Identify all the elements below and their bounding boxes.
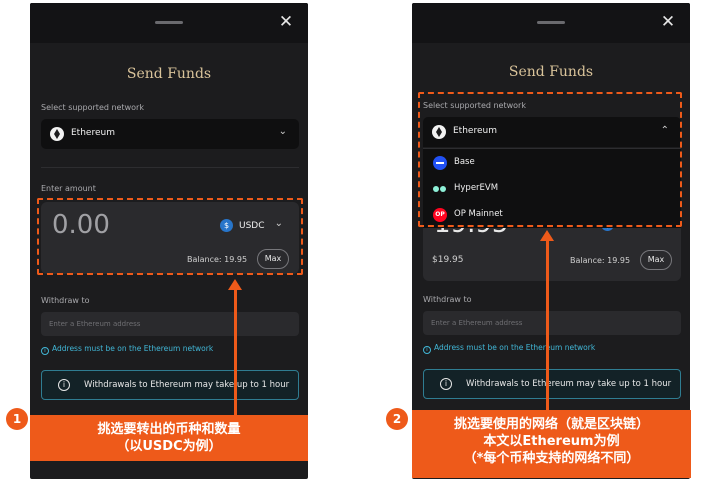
withdrawal-notice: i Withdrawals to Ethereum may take up to…: [41, 370, 299, 400]
selected-network: Ethereum: [71, 128, 115, 138]
usd-value: $19.95: [432, 255, 464, 265]
balance-text: Balance: 19.95: [570, 256, 631, 265]
info-icon: i: [423, 346, 431, 354]
highlight-amount-box: [37, 198, 303, 275]
step1-line2: （以USDC为例）: [116, 439, 222, 454]
address-hint: i Address must be on the Ethereum network: [423, 343, 595, 354]
withdrawal-notice-text: Withdrawals to Ethereum may take up to 1…: [84, 380, 290, 390]
arrow-shaft: [546, 240, 549, 410]
address-hint-text: Address must be on the Ethereum network: [434, 343, 596, 352]
step1-callout: 挑选要转出的币种和数量 （以USDC为例）: [30, 415, 308, 461]
network-label: Select supported network: [41, 103, 144, 112]
address-hint-text: Address must be on the Ethereum network: [52, 344, 214, 353]
withdraw-label: Withdraw to: [41, 296, 90, 305]
info-icon: i: [41, 347, 49, 355]
step2-line3: （*每个币种支持的网络不同）: [463, 451, 640, 466]
withdrawal-notice: i Withdrawals to Ethereum may take up to…: [423, 369, 681, 399]
arrow-shaft: [234, 289, 237, 419]
step2-line1: 挑选要使用的网络（就是区块链）: [453, 417, 649, 432]
ethereum-icon: [50, 127, 64, 141]
step-number-2: 2: [386, 408, 408, 430]
chevron-down-icon: ⌄: [278, 126, 287, 137]
modal-top-bar: ✕: [30, 3, 308, 43]
modal-title: Send Funds: [508, 64, 594, 80]
step-number-1: 1: [6, 408, 28, 430]
info-icon: i: [58, 379, 70, 391]
address-hint: i Address must be on the Ethereum network: [41, 344, 213, 355]
step2-callout: 挑选要使用的网络（就是区块链） 本文以Ethereum为例 （*每个币种支持的网…: [412, 410, 691, 478]
address-input[interactable]: [41, 312, 299, 336]
withdrawal-notice-text: Withdrawals to Ethereum may take up to 1…: [466, 379, 672, 389]
step1-line1: 挑选要转出的币种和数量: [97, 422, 241, 437]
drag-handle[interactable]: [155, 21, 183, 24]
address-input[interactable]: [423, 311, 681, 335]
drag-handle[interactable]: [537, 21, 565, 24]
withdraw-label: Withdraw to: [423, 295, 472, 304]
close-icon[interactable]: ✕: [658, 12, 678, 32]
info-icon: i: [440, 378, 452, 390]
send-funds-modal-right: ✕ Send Funds Select supported network Et…: [412, 3, 690, 479]
step2-line2: 本文以Ethereum为例: [483, 434, 620, 449]
section-divider: [41, 167, 299, 168]
network-select[interactable]: Ethereum ⌄: [41, 119, 299, 149]
amount-label: Enter amount: [41, 184, 96, 193]
highlight-network-box: [418, 92, 682, 227]
max-button[interactable]: Max: [640, 250, 672, 270]
modal-top-bar: ✕: [412, 3, 690, 43]
close-icon[interactable]: ✕: [276, 12, 296, 32]
modal-title: Send Funds: [126, 66, 212, 82]
